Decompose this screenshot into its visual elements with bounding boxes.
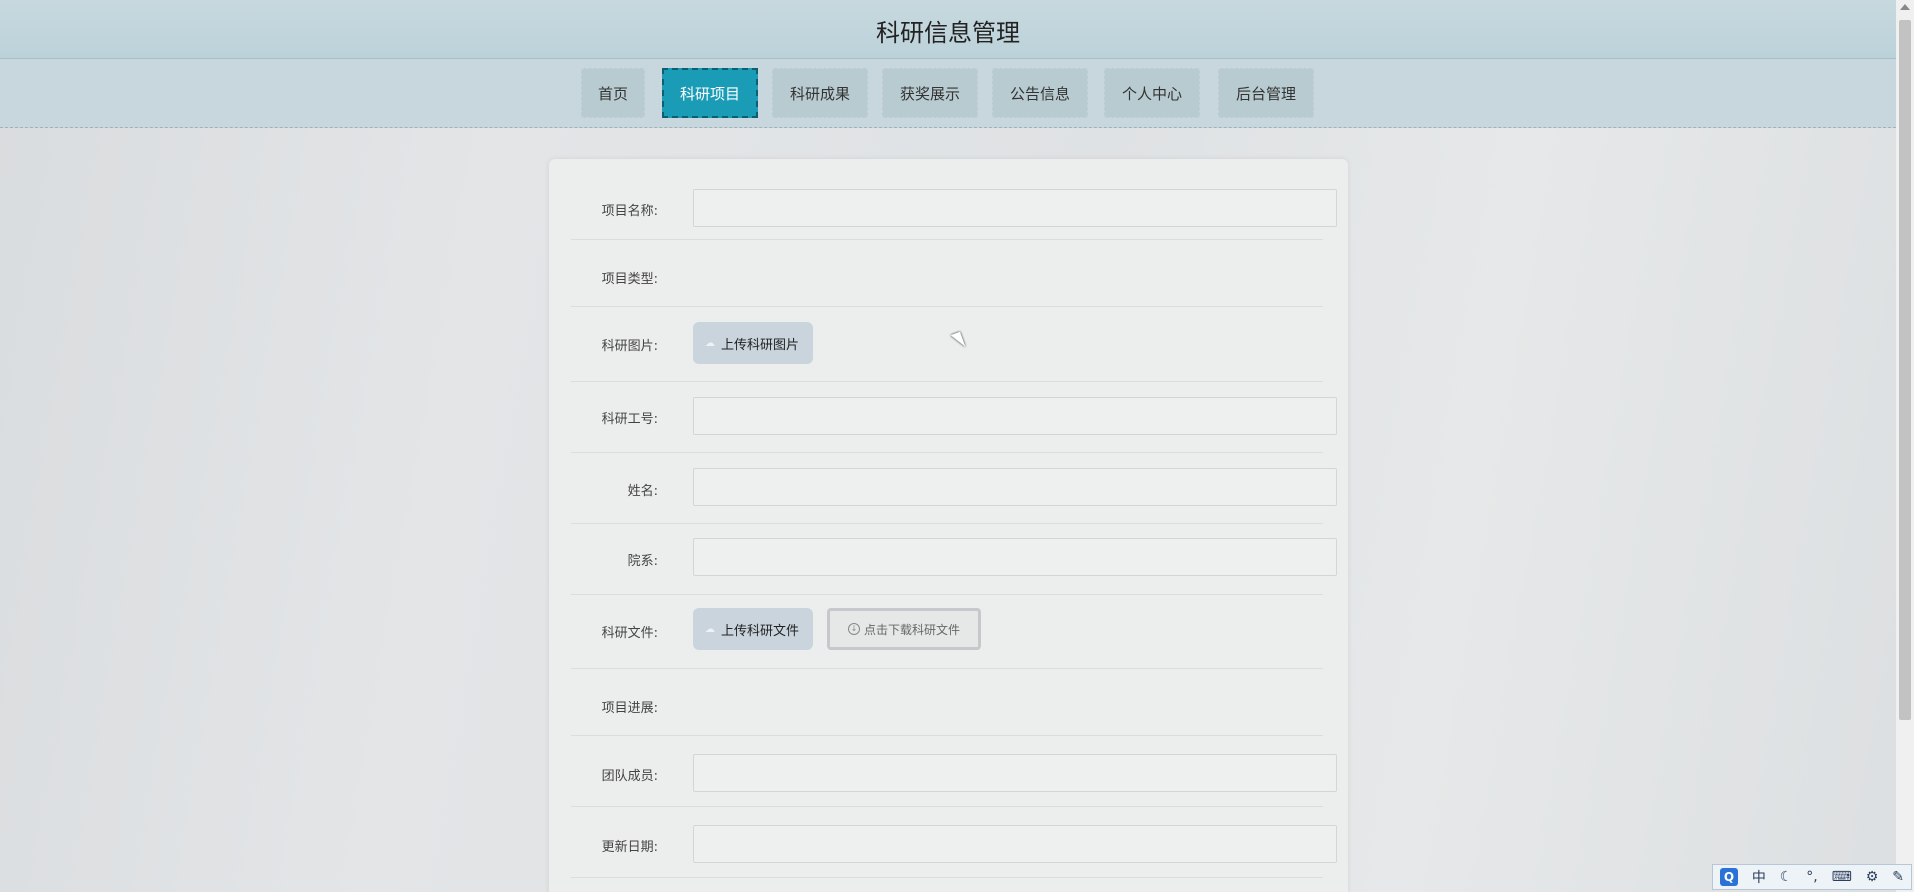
form-row-name: 姓名: [571, 452, 1337, 524]
form-row-research-image: 科研图片: ☁ 上传科研图片 [571, 306, 1323, 382]
staff-id-input[interactable] [693, 397, 1337, 435]
upload-research-image-button[interactable]: ☁ 上传科研图片 [693, 322, 813, 364]
cloud-upload-icon: ☁ [705, 623, 715, 635]
settings-icon[interactable]: ⚙ [1866, 869, 1879, 885]
form-row-project-name: 项目名称: [571, 159, 1337, 240]
update-date-label: 更新日期: [601, 840, 658, 855]
ime-logo-icon[interactable]: Q [1719, 868, 1738, 886]
project-form: 项目名称: 项目类型: 科研图片: ☁ 上传科研图片 科研工号: 姓名: 院系:… [549, 159, 1348, 892]
project-type-label: 项目类型: [601, 272, 658, 287]
team-members-label: 团队成员: [601, 769, 658, 784]
upload-research-file-label: 上传科研文件 [721, 623, 800, 639]
upload-research-file-button[interactable]: ☁ 上传科研文件 [693, 608, 813, 650]
nav-item-research-results[interactable]: 科研成果 [772, 68, 868, 118]
nav-item-home[interactable]: 首页 [581, 68, 645, 118]
scroll-up-arrow-icon[interactable] [1900, 4, 1910, 10]
ime-mode-toggle[interactable]: 中 [1752, 867, 1766, 887]
nav-item-research-projects[interactable]: 科研项目 [662, 68, 758, 118]
cloud-upload-icon: ☁ [705, 337, 715, 349]
form-row-team-members: 团队成员: [571, 735, 1337, 807]
progress-label: 项目进展: [601, 701, 658, 716]
download-research-file-label: 点击下载科研文件 [863, 622, 960, 637]
tool-icon[interactable]: ✎ [1892, 869, 1904, 885]
moon-icon[interactable]: ☾ [1780, 869, 1793, 885]
nav-item-awards[interactable]: 获奖展示 [882, 68, 978, 118]
name-label: 姓名: [627, 484, 658, 499]
research-image-label: 科研图片: [601, 339, 658, 354]
main-nav: 首页 科研项目 科研成果 获奖展示 公告信息 个人中心 后台管理 [0, 59, 1896, 128]
department-label: 院系: [627, 554, 658, 569]
nav-item-announcements[interactable]: 公告信息 [992, 68, 1088, 118]
download-research-file-button[interactable]: ↓ 点击下载科研文件 [827, 608, 981, 650]
keyboard-icon[interactable]: ⌨ [1832, 869, 1852, 885]
name-input[interactable] [693, 468, 1337, 506]
ime-toolbar: Q 中 ☾ °, ⌨ ⚙ ✎ [1712, 864, 1912, 890]
nav-item-personal-center[interactable]: 个人中心 [1104, 68, 1200, 118]
project-name-input[interactable] [693, 189, 1337, 227]
scroll-thumb[interactable] [1899, 20, 1911, 720]
form-row-project-type: 项目类型: [571, 239, 1323, 307]
team-members-input[interactable] [693, 754, 1337, 792]
form-row-update-date: 更新日期: [571, 806, 1337, 878]
department-input[interactable] [693, 538, 1337, 576]
page-scrollbar[interactable] [1896, 0, 1914, 892]
punctuation-icon[interactable]: °, [1806, 869, 1817, 885]
update-date-input[interactable] [693, 825, 1337, 863]
research-file-label: 科研文件: [601, 626, 658, 641]
nav-item-admin[interactable]: 后台管理 [1218, 68, 1314, 118]
form-row-research-file: 科研文件: ☁ 上传科研文件 ↓ 点击下载科研文件 [571, 594, 1323, 669]
form-row-department: 院系: [571, 523, 1337, 595]
site-title: 科研信息管理 [876, 19, 1020, 47]
project-name-label: 项目名称: [601, 204, 658, 219]
form-row-progress: 项目进展: [571, 668, 1323, 736]
download-icon: ↓ [847, 623, 860, 635]
site-header: 科研信息管理 [0, 0, 1896, 59]
upload-research-image-label: 上传科研图片 [721, 337, 800, 353]
form-row-staff-id: 科研工号: [571, 381, 1337, 453]
staff-id-label: 科研工号: [601, 412, 658, 427]
